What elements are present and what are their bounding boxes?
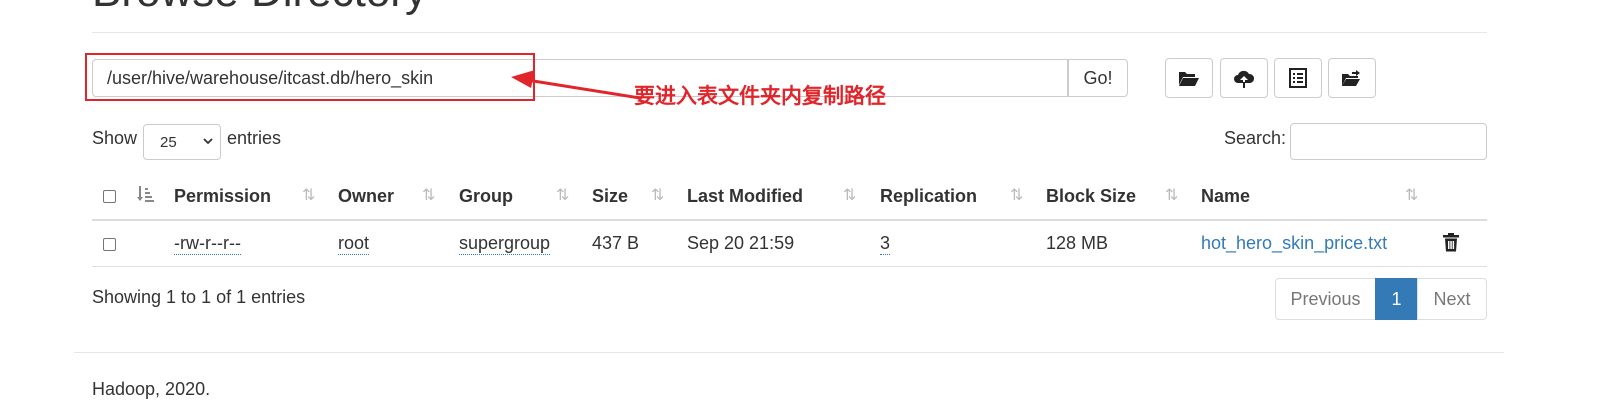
sort-icon: ⇅ xyxy=(1010,187,1024,204)
move-button[interactable] xyxy=(1328,58,1376,98)
move-folder-icon xyxy=(1342,70,1360,86)
column-header-size[interactable]: Size xyxy=(592,186,628,207)
annotation-arrow xyxy=(511,70,641,100)
table-header-divider xyxy=(92,219,1487,221)
next-button[interactable]: Next xyxy=(1417,278,1487,320)
show-label: Show xyxy=(92,128,138,148)
column-header-group[interactable]: Group xyxy=(459,186,513,207)
permission-value[interactable]: -rw-r--r-- xyxy=(174,233,241,255)
create-directory-button[interactable] xyxy=(1165,58,1213,98)
column-header-owner[interactable]: Owner xyxy=(338,186,394,207)
column-header-last-modified[interactable]: Last Modified xyxy=(687,186,803,207)
entries-select[interactable]: 25 xyxy=(143,124,221,160)
cut-paste-button[interactable] xyxy=(1274,58,1322,98)
owner-value[interactable]: root xyxy=(338,233,370,255)
sort-icon: ⇅ xyxy=(556,187,570,204)
upload-button[interactable] xyxy=(1220,58,1268,98)
sort-icon: ⇅ xyxy=(302,187,316,204)
block-size-value: 128 MB xyxy=(1046,233,1109,253)
entries-label: entries xyxy=(227,128,282,148)
sort-asc-icon[interactable] xyxy=(137,185,155,208)
cloud-upload-icon xyxy=(1234,70,1255,88)
list-icon xyxy=(1289,68,1307,88)
search-label: Search: xyxy=(1224,128,1287,148)
column-header-permission[interactable]: Permission xyxy=(174,186,271,207)
footer-text: Hadoop, 2020. xyxy=(92,379,211,399)
last-modified-value: Sep 20 21:59 xyxy=(687,233,795,253)
search-input[interactable] xyxy=(1290,123,1487,160)
footer-divider xyxy=(74,352,1504,353)
entries-select-value: 25 xyxy=(160,133,177,151)
sort-icon: ⇅ xyxy=(1165,187,1179,204)
trash-icon xyxy=(1443,233,1459,252)
chevron-down-icon xyxy=(203,138,213,145)
column-header-name[interactable]: Name xyxy=(1201,186,1250,207)
row-checkbox[interactable] xyxy=(103,238,116,251)
sort-amount-icon xyxy=(137,186,154,202)
go-button[interactable]: Go! xyxy=(1068,59,1128,97)
folder-open-icon xyxy=(1179,72,1199,86)
select-all-checkbox[interactable] xyxy=(103,190,116,203)
table-info: Showing 1 to 1 of 1 entries xyxy=(92,287,306,307)
size-value: 437 B xyxy=(592,233,640,253)
column-header-replication[interactable]: Replication xyxy=(880,186,977,207)
sort-icon: ⇅ xyxy=(843,187,857,204)
page-title: Browse Directory xyxy=(92,0,427,14)
sort-icon: ⇅ xyxy=(422,187,436,204)
file-name-link[interactable]: hot_hero_skin_price.txt xyxy=(1201,233,1387,254)
replication-value[interactable]: 3 xyxy=(880,233,891,255)
column-header-block-size[interactable]: Block Size xyxy=(1046,186,1136,207)
heading-divider xyxy=(92,32,1487,33)
group-value[interactable]: supergroup xyxy=(459,233,551,255)
table-bottom-divider xyxy=(92,266,1487,267)
sort-icon: ⇅ xyxy=(1405,187,1419,204)
delete-button[interactable] xyxy=(1443,233,1459,257)
path-highlight-box xyxy=(85,53,535,101)
sort-icon: ⇅ xyxy=(651,187,665,204)
page-1-button[interactable]: 1 xyxy=(1375,278,1418,320)
previous-button[interactable]: Previous xyxy=(1275,278,1376,320)
annotation-text: 要进入表文件夹内复制路径 xyxy=(634,85,886,108)
